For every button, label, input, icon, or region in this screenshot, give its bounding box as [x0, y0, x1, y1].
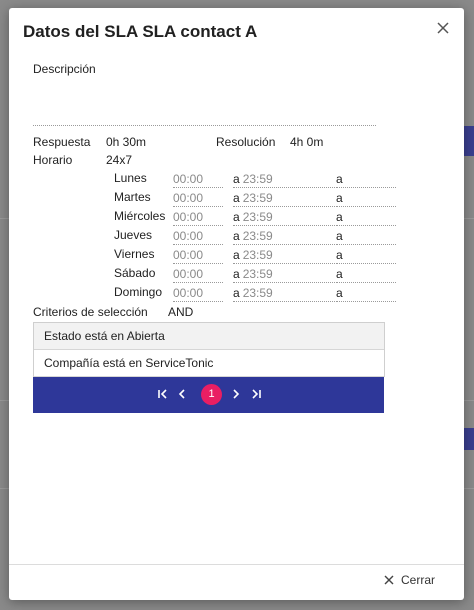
time-separator: a — [233, 210, 240, 224]
close-button[interactable]: Cerrar — [383, 573, 435, 591]
close-icon — [384, 575, 394, 585]
description-label: Descripción — [33, 62, 96, 76]
time-from-field[interactable]: 00:00 — [173, 229, 223, 245]
day-label: Viernes — [114, 247, 155, 261]
second-range-field[interactable]: a — [336, 267, 396, 283]
time-to-value: 23:59 — [242, 248, 273, 262]
time-separator: a — [336, 248, 343, 262]
pagination-bar: 1 — [33, 377, 384, 413]
time-from-field[interactable]: 00:00 — [173, 248, 223, 264]
time-to-field[interactable]: a 23:59 — [233, 191, 337, 207]
background-band — [464, 126, 474, 156]
time-separator: a — [233, 248, 240, 262]
day-label: Jueves — [114, 228, 153, 242]
time-to-value: 23:59 — [242, 229, 273, 243]
second-range-field[interactable]: a — [336, 248, 396, 264]
dialog-title: Datos del SLA SLA contact A — [23, 22, 258, 41]
schedule-value: 24x7 — [106, 153, 133, 167]
time-separator: a — [336, 210, 343, 224]
resolution-label: Resolución — [216, 135, 276, 149]
criteria-operator: AND — [168, 305, 194, 319]
second-range-field[interactable]: a — [336, 172, 396, 188]
second-range-field[interactable]: a — [336, 286, 396, 302]
day-label: Miércoles — [114, 209, 166, 223]
next-page-icon[interactable] — [229, 387, 243, 401]
time-separator: a — [233, 286, 240, 300]
description-underline — [33, 125, 376, 126]
prev-page-icon[interactable] — [175, 387, 189, 401]
second-range-field[interactable]: a — [336, 229, 396, 245]
criteria-row[interactable]: Estado está en Abierta — [34, 323, 384, 350]
day-label: Lunes — [114, 171, 147, 185]
description-value — [33, 88, 373, 118]
response-value: 0h 30m — [106, 135, 147, 149]
time-to-value: 23:59 — [242, 286, 273, 300]
first-page-icon[interactable] — [156, 387, 170, 401]
sla-details-dialog: Datos del SLA SLA contact A Descripción … — [9, 8, 464, 600]
time-from-field[interactable]: 00:00 — [173, 191, 223, 207]
resolution-value: 4h 0m — [290, 135, 324, 149]
time-to-field[interactable]: a 23:59 — [233, 286, 337, 302]
time-to-field[interactable]: a 23:59 — [233, 267, 337, 283]
second-range-field[interactable]: a — [336, 210, 396, 226]
time-to-value: 23:59 — [242, 267, 273, 281]
time-separator: a — [336, 229, 343, 243]
time-separator: a — [233, 229, 240, 243]
criteria-label: Criterios de selección — [33, 305, 148, 319]
time-separator: a — [336, 286, 343, 300]
time-to-field[interactable]: a 23:59 — [233, 248, 337, 264]
day-label: Domingo — [114, 285, 163, 299]
second-range-field[interactable]: a — [336, 191, 396, 207]
close-button-label: Cerrar — [401, 573, 436, 587]
day-label: Martes — [114, 190, 151, 204]
criteria-list: Estado está en Abierta Compañía está en … — [33, 322, 385, 377]
time-from-field[interactable]: 00:00 — [173, 267, 223, 283]
time-from-field[interactable]: 00:00 — [173, 210, 223, 226]
close-icon[interactable] — [435, 20, 451, 36]
schedule-label: Horario — [33, 153, 73, 167]
response-label: Respuesta — [33, 135, 91, 149]
time-separator: a — [336, 172, 343, 186]
time-separator: a — [336, 191, 343, 205]
current-page-indicator[interactable]: 1 — [201, 384, 222, 405]
criteria-row[interactable]: Compañía está en ServiceTonic — [34, 350, 384, 377]
time-separator: a — [233, 267, 240, 281]
day-label: Sábado — [114, 266, 156, 280]
time-separator: a — [233, 172, 240, 186]
time-to-value: 23:59 — [242, 172, 273, 186]
time-to-field[interactable]: a 23:59 — [233, 172, 337, 188]
time-to-field[interactable]: a 23:59 — [233, 229, 337, 245]
time-from-field[interactable]: 00:00 — [173, 286, 223, 302]
time-to-field[interactable]: a 23:59 — [233, 210, 337, 226]
time-separator: a — [336, 267, 343, 281]
footer-divider — [9, 564, 464, 565]
last-page-icon[interactable] — [249, 387, 263, 401]
time-to-value: 23:59 — [242, 191, 273, 205]
background-band — [464, 428, 474, 450]
time-separator: a — [233, 191, 240, 205]
time-from-field[interactable]: 00:00 — [173, 172, 223, 188]
time-to-value: 23:59 — [242, 210, 273, 224]
